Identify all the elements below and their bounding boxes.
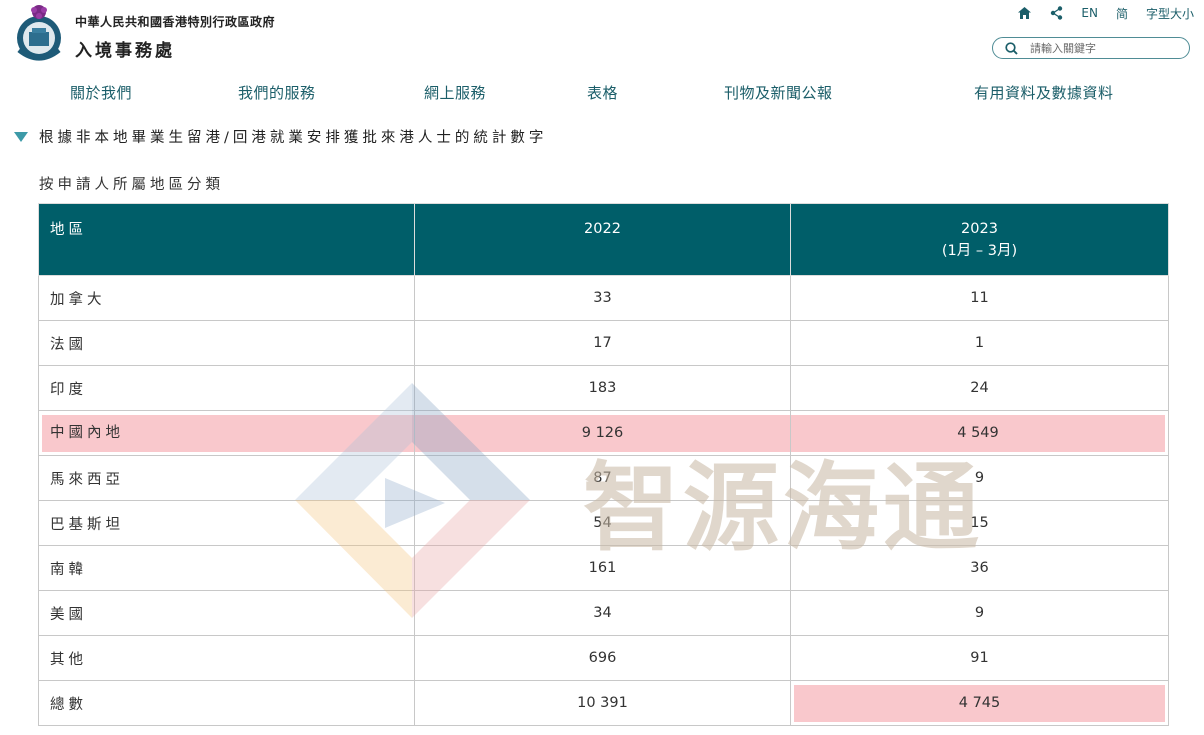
table-row: 南韓 161 36 xyxy=(38,545,1169,591)
value-2022-cell: 161 xyxy=(414,545,791,591)
highlight-2023: 4 549 xyxy=(791,414,1165,452)
highlight-2022: 9 126 xyxy=(415,414,790,452)
value-2023-cell: 9 xyxy=(790,590,1169,636)
header-2023-label: 2023 xyxy=(961,221,998,237)
home-icon[interactable] xyxy=(1017,6,1032,20)
language-english-link[interactable]: EN xyxy=(1081,6,1098,20)
section-title: 根據非本地畢業生留港/回港就業安排獲批來港人士的統計數字 xyxy=(39,130,548,146)
collapse-triangle-icon[interactable] xyxy=(14,131,28,142)
font-size-control[interactable]: 字型大小 xyxy=(1146,5,1194,22)
table-header-row: 地區 2022 2023 (1月 – 3月) xyxy=(38,203,1169,276)
value-2022-cell: 34 xyxy=(414,590,791,636)
region-cell: 中國內地 xyxy=(38,410,415,456)
value-2022-cell: 87 xyxy=(414,455,791,501)
search-input[interactable] xyxy=(1030,41,1180,55)
value-2023-cell: 4 549 xyxy=(790,410,1169,456)
value-2022-cell: 183 xyxy=(414,365,791,411)
value-2022-cell: 9 126 xyxy=(414,410,791,456)
table-row: 馬來西亞 87 9 xyxy=(38,455,1169,501)
nav-our-services[interactable]: 我們的服務 xyxy=(238,82,316,103)
search-box[interactable] xyxy=(992,37,1190,59)
nav-forms[interactable]: 表格 xyxy=(587,82,618,103)
value-2023-cell: 11 xyxy=(790,275,1169,321)
nav-about-us[interactable]: 關於我們 xyxy=(70,82,132,103)
value-2022-cell: 33 xyxy=(414,275,791,321)
table-row: 加拿大 33 11 xyxy=(38,275,1169,321)
nav-online-services[interactable]: 網上服務 xyxy=(424,82,486,103)
utility-bar: EN 简 字型大小 xyxy=(999,4,1194,22)
government-name: 中華人民共和國香港特別行政區政府 xyxy=(75,15,276,29)
highlight-total-2023: 4 745 xyxy=(794,684,1165,722)
table-row: 巴基斯坦 54 15 xyxy=(38,500,1169,546)
region-cell: 法國 xyxy=(38,320,415,366)
statistics-table: 地區 2022 2023 (1月 – 3月) 加拿大 33 11 法國 17 1… xyxy=(38,203,1169,726)
language-simplified-link[interactable]: 简 xyxy=(1116,5,1128,22)
header-region: 地區 xyxy=(38,203,415,276)
table-row: 其他 696 91 xyxy=(38,635,1169,681)
section-heading[interactable]: 根據非本地畢業生留港/回港就業安排獲批來港人士的統計數字 xyxy=(14,126,547,147)
table-row: 印度 183 24 xyxy=(38,365,1169,411)
value-2023-cell: 36 xyxy=(790,545,1169,591)
value-2022-cell: 696 xyxy=(414,635,791,681)
table-row: 法國 17 1 xyxy=(38,320,1169,366)
header-2023: 2023 (1月 – 3月) xyxy=(790,203,1169,276)
region-cell: 南韓 xyxy=(38,545,415,591)
nav-publications-press[interactable]: 刊物及新聞公報 xyxy=(724,82,833,103)
department-name[interactable]: 入境事務處 xyxy=(75,36,175,61)
value-2023-cell: 91 xyxy=(790,635,1169,681)
value-2023-cell: 4 745 xyxy=(790,680,1169,726)
value-2023-cell: 9 xyxy=(790,455,1169,501)
highlight-region: 中國內地 xyxy=(42,414,414,452)
immd-emblem-logo[interactable] xyxy=(13,2,65,64)
region-cell: 美國 xyxy=(38,590,415,636)
value-2023-cell: 1 xyxy=(790,320,1169,366)
region-cell: 總數 xyxy=(38,680,415,726)
table-row-highlighted: 中國內地 9 126 4 549 xyxy=(38,410,1169,456)
main-nav: 關於我們 我們的服務 網上服務 表格 刊物及新聞公報 有用資料及數據資料 xyxy=(0,82,1204,102)
value-2023-cell: 24 xyxy=(790,365,1169,411)
value-2022-cell: 17 xyxy=(414,320,791,366)
region-cell: 加拿大 xyxy=(38,275,415,321)
header-2023-period: (1月 – 3月) xyxy=(941,243,1018,259)
region-cell: 其他 xyxy=(38,635,415,681)
table-row: 美國 34 9 xyxy=(38,590,1169,636)
table-row-total: 總數 10 391 4 745 xyxy=(38,680,1169,726)
value-2023-cell: 15 xyxy=(790,500,1169,546)
value-2022-cell: 10 391 xyxy=(414,680,791,726)
share-icon[interactable] xyxy=(1050,6,1063,20)
nav-useful-info-statistics[interactable]: 有用資料及數據資料 xyxy=(974,82,1114,103)
region-cell: 馬來西亞 xyxy=(38,455,415,501)
header-2022-label: 2022 xyxy=(584,221,621,237)
region-cell: 印度 xyxy=(38,365,415,411)
value-2022-cell: 54 xyxy=(414,500,791,546)
region-cell: 巴基斯坦 xyxy=(38,500,415,546)
search-icon[interactable] xyxy=(1005,41,1018,55)
header-2022: 2022 xyxy=(414,203,791,276)
table-subtitle: 按申請人所屬地區分類 xyxy=(39,177,224,193)
